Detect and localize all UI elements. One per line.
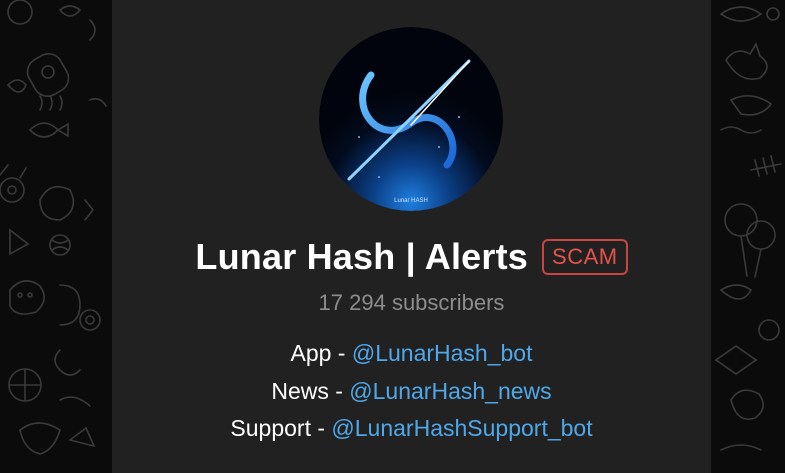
doodle-pattern-left xyxy=(0,0,112,473)
channel-links: App - @LunarHash_bot News - @LunarHash_n… xyxy=(112,337,711,450)
doodle-pattern-right xyxy=(711,0,785,473)
link-label-news: News - xyxy=(271,377,350,404)
link-support-bot[interactable]: @LunarHashSupport_bot xyxy=(331,415,592,441)
channel-info-panel: Lunar HASH Lunar Hash | Alerts SCAM 17 2… xyxy=(112,0,711,473)
link-label-app: App - xyxy=(290,340,352,366)
scam-badge: SCAM xyxy=(542,239,628,275)
subscriber-count: 17 294 subscribers xyxy=(318,290,505,315)
link-row-news: News - @LunarHash_news xyxy=(112,375,711,413)
link-app-bot[interactable]: @LunarHash_bot xyxy=(352,340,533,366)
channel-title: Lunar Hash | Alerts xyxy=(195,236,529,277)
logo-caption: Lunar HASH xyxy=(394,198,428,204)
channel-avatar[interactable]: Lunar HASH xyxy=(319,27,503,211)
link-label-support: Support - xyxy=(230,415,332,441)
link-row-support: Support - @LunarHashSupport_bot xyxy=(112,412,711,450)
link-news-channel[interactable]: @LunarHash_news xyxy=(349,378,551,404)
title-row: Lunar Hash | Alerts SCAM xyxy=(112,236,711,278)
link-row-app: App - @LunarHash_bot xyxy=(112,337,711,375)
